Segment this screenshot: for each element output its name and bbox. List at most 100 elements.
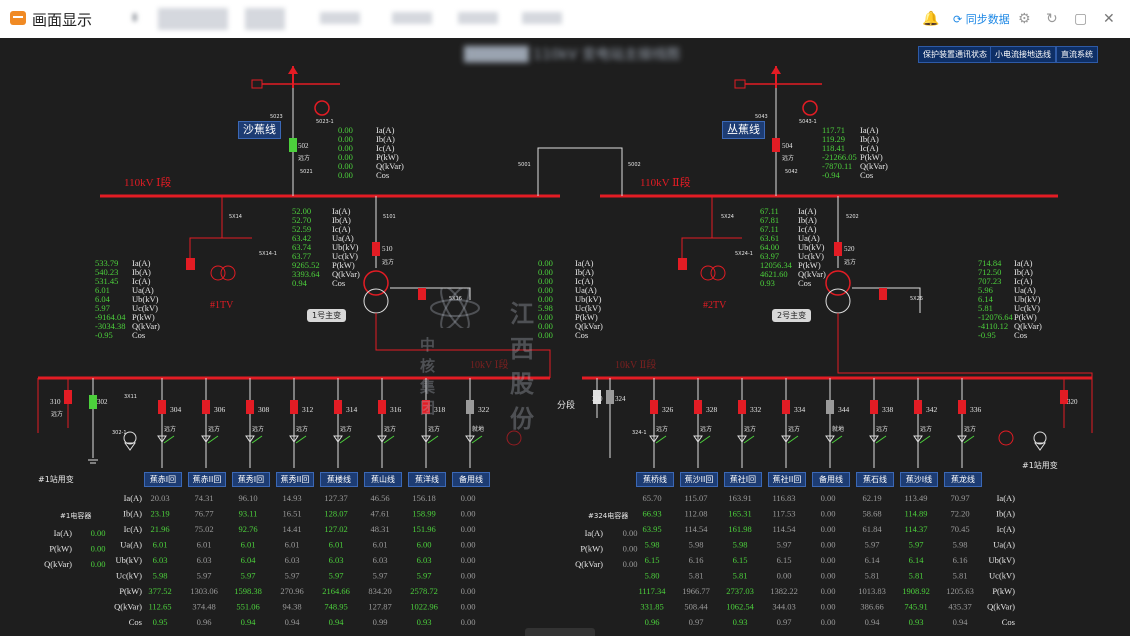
feeder-value: 21.96 [150,524,169,534]
table-row-label: Ua(A) [120,540,142,550]
feeder-value: 6.01 [285,540,300,550]
feeder-name-326[interactable]: 蕉桥线 [636,472,674,487]
feeder-state: 远方 [656,425,668,433]
window-title: 画面显示 [32,11,93,29]
fullscreen-icon[interactable]: ▢ [1074,11,1087,27]
measure-value: 0.94 [292,278,308,288]
feeder-value: 72.20 [950,509,969,519]
tv-left-label: #1TV [210,300,234,311]
feeder-value: 1013.83 [858,586,886,596]
svg-text:324-1: 324-1 [632,430,647,436]
feeder-number: 334 [794,405,806,414]
feeder-value: 331.85 [640,602,663,612]
svg-text:320: 320 [1067,398,1078,406]
watermark-sub-text: 中核集团 [420,336,436,417]
feeder-value: 5.81 [733,571,748,581]
collapse-handle[interactable] [525,628,595,636]
table-row-label: Ic(A) [997,524,1016,534]
feeder-name-334[interactable]: 蕉社II回 [768,472,806,487]
feeder-state: 远方 [252,425,264,433]
close-icon[interactable]: ✕ [1103,11,1115,27]
svg-text:502: 502 [298,142,309,150]
table-row-label: Ia(A) [124,493,143,503]
svg-text:5023-1: 5023-1 [316,119,334,125]
feeder-value: 5.98 [645,540,660,550]
feeder-value: 96.10 [238,493,257,503]
feeder-value: 5.97 [373,571,388,581]
app-logo-icon [10,11,26,25]
feeder-name-342[interactable]: 蕉沙I线 [900,472,938,487]
feeder-value: 93.11 [239,509,258,519]
feeder-number: 304 [170,405,182,414]
station-xfmr-right: #1站用变 [1022,460,1058,470]
feeder-value: 0.00 [461,524,476,534]
feeder-name-338[interactable]: 蕉石线 [856,472,894,487]
feeder-name-332[interactable]: 蕉社I回 [724,472,762,487]
measure-label: Cos [376,170,389,180]
blurred-nav-item[interactable] [320,12,360,24]
feeder-value: 6.15 [645,555,660,565]
feeder-value: 5.98 [153,571,168,581]
feeder-value: 75.02 [194,524,213,534]
svg-text:5023: 5023 [270,114,283,120]
blurred-nav-icon: ▮ [132,12,138,23]
svg-text:5X24: 5X24 [721,214,734,220]
blurred-nav-item[interactable] [522,12,562,24]
feeder-name-344[interactable]: 备用线 [812,472,850,487]
feeder-number: 306 [214,405,226,414]
feeder-name-308[interactable]: 蕉秀I回 [232,472,270,487]
feeder-value: 114.54 [772,524,796,534]
feeder-name-314[interactable]: 蕉楼线 [320,472,358,487]
capacitor-label: P(kW) [580,544,603,554]
capacitor-left: #1电容器 [60,511,91,520]
feeder-number: 316 [390,405,402,414]
refresh-icon[interactable]: ↻ [1046,11,1058,27]
bell-icon[interactable]: 🔔 [922,11,939,27]
feeder-value: 748.95 [324,602,347,612]
feeder-value: 6.00 [417,540,432,550]
feeder-value: 70.97 [950,493,969,503]
settings-icon[interactable]: ⚙ [1018,11,1031,27]
blurred-nav-item[interactable] [245,8,285,30]
feeder-name-306[interactable]: 蕉赤II回 [188,472,226,487]
svg-text:5X26: 5X26 [910,296,923,302]
sync-data-button[interactable]: ⟳ 同步数据 [953,11,1010,27]
feeder-value: 127.37 [324,493,347,503]
svg-text:远方: 远方 [844,258,856,266]
feeder-state: 远方 [876,425,888,433]
feeder-value: 0.00 [461,571,476,581]
feeder-value: 115.07 [684,493,707,503]
transformer-1-label[interactable]: 1号主变 [307,309,347,322]
feeder-name-336[interactable]: 蕉龙线 [944,472,982,487]
feeder-value: 62.19 [862,493,881,503]
feeder-value: 0.00 [461,509,476,519]
feeder-name-318[interactable]: 蕉洋线 [408,472,446,487]
feeder-value: 5.97 [777,540,792,550]
blurred-nav-item[interactable] [392,12,432,24]
blurred-nav-item[interactable] [158,8,228,30]
atom-logo-icon [430,288,480,328]
feeder-number: 318 [434,405,446,414]
svg-text:5101: 5101 [383,214,396,220]
measure-value: 0.00 [338,170,353,180]
capacitor-value: 0.00 [623,544,638,554]
feeder-name-316[interactable]: 蕉山线 [364,472,402,487]
feeder-value: 127.02 [324,524,347,534]
feeder-value: 114.54 [684,524,708,534]
feeder-value: 5.97 [909,540,924,550]
table-row-label: Q(kVar) [114,602,142,612]
blurred-nav-item[interactable] [458,12,498,24]
feeder-name-322[interactable]: 备用线 [452,472,490,487]
station-xfmr-left: #1站用变 [38,474,74,484]
feeder-value: 5.98 [953,540,968,550]
transformer-2-label[interactable]: 2号主变 [772,309,812,322]
feeder-value: 374.48 [192,602,215,612]
table-row-label: Ub(kV) [989,555,1016,565]
table-row-label: Ub(kV) [116,555,143,565]
feeder-name-312[interactable]: 蕉秀II回 [276,472,314,487]
feeder-name-304[interactable]: 蕉赤I回 [144,472,182,487]
feeder-name-328[interactable]: 蕉沙II回 [680,472,718,487]
feeder-number: 338 [882,405,894,414]
svg-text:5021: 5021 [300,169,313,175]
feeder-value: 114.89 [904,509,927,519]
